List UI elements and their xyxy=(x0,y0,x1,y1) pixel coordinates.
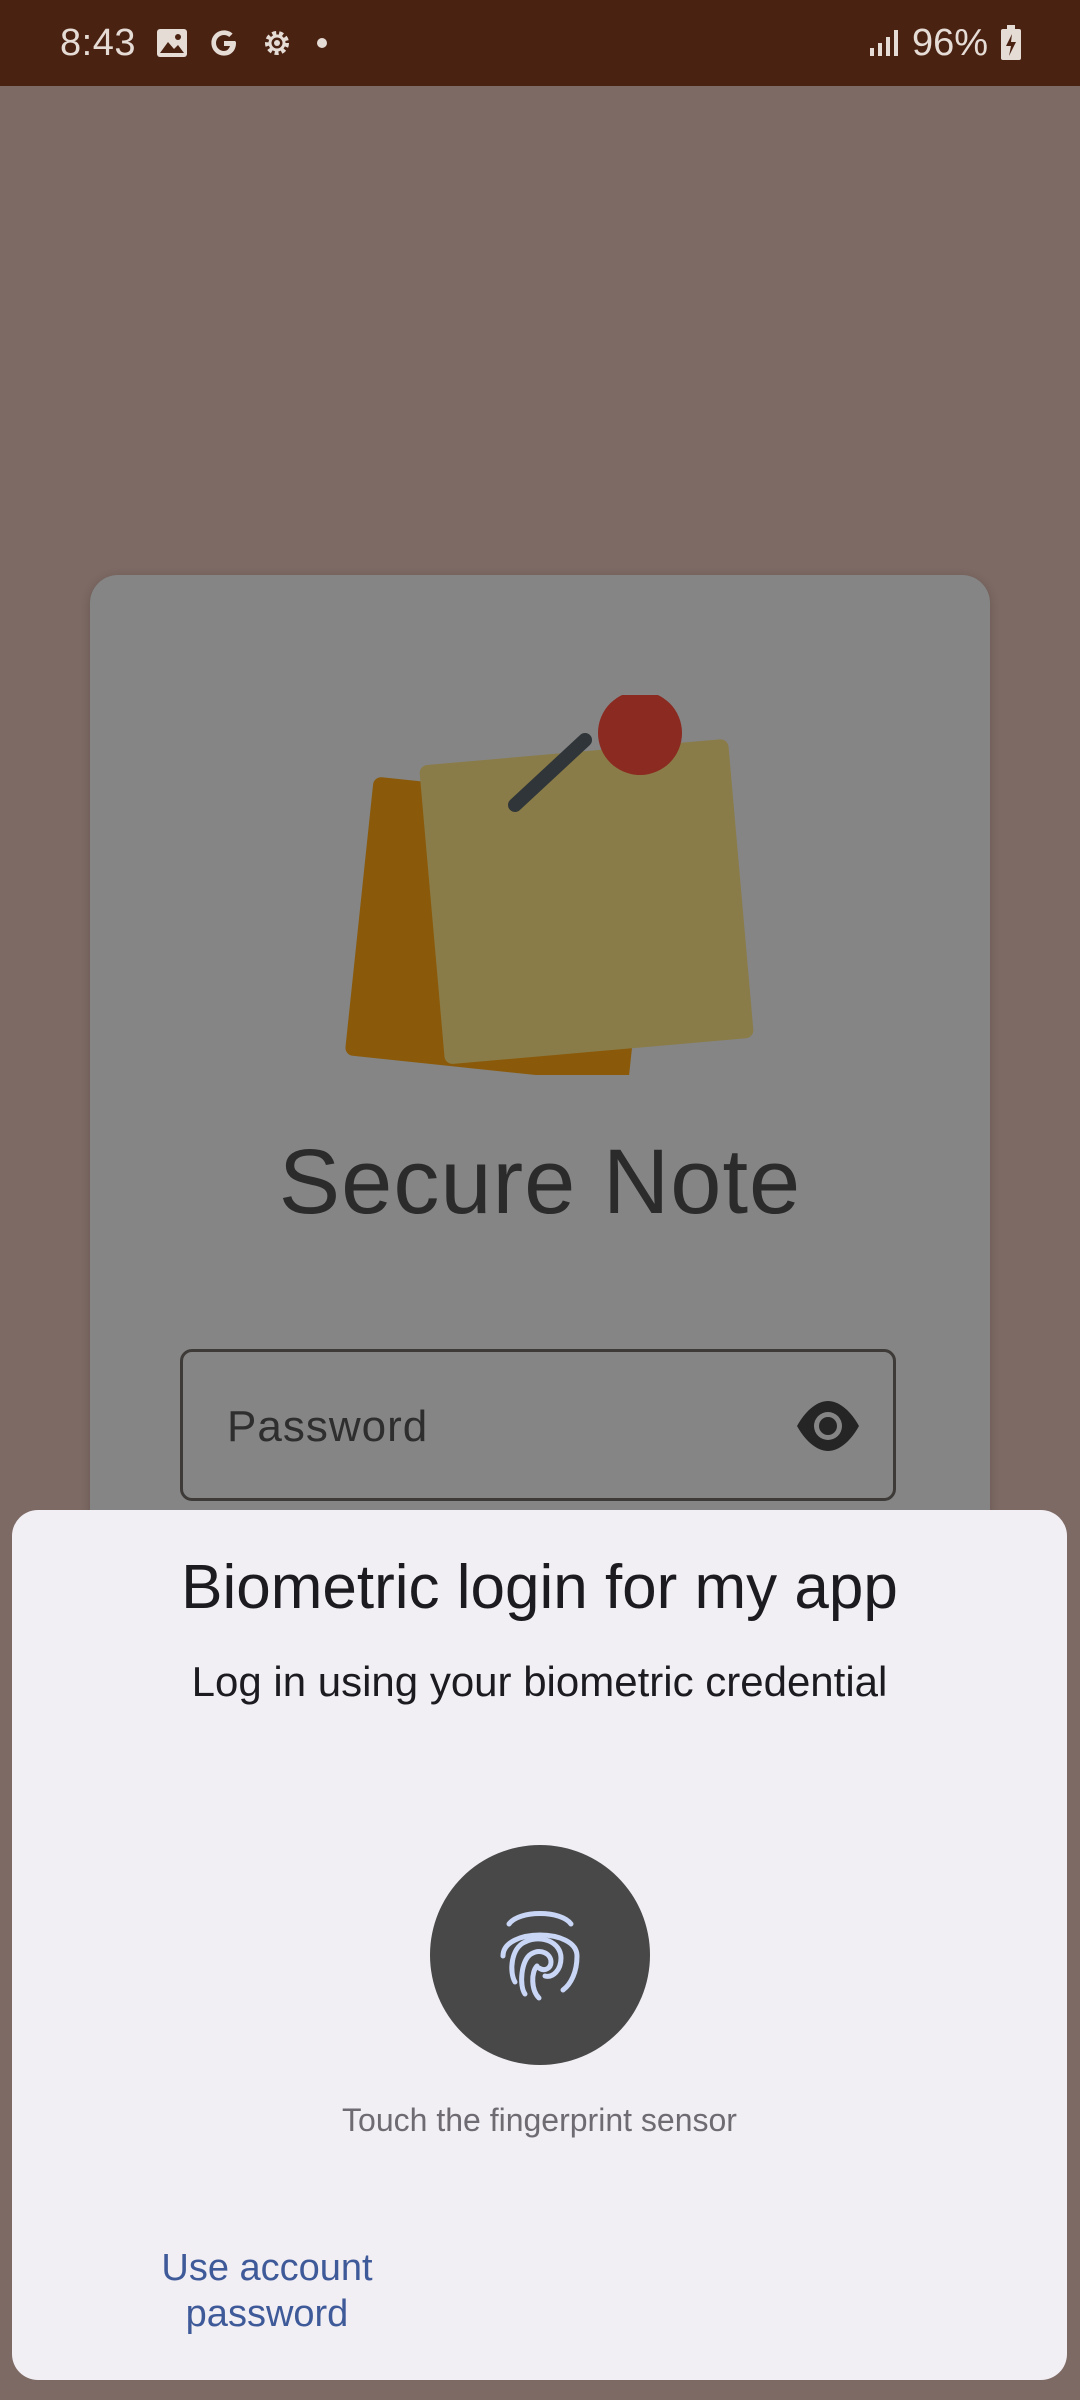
status-time: 8:43 xyxy=(60,21,136,64)
app-title: Secure Note xyxy=(278,1131,802,1233)
status-bar: 8:43 96% xyxy=(0,0,1080,86)
notification-dot-icon xyxy=(314,35,330,51)
password-field[interactable]: Password xyxy=(180,1349,896,1501)
fingerprint-sensor-button[interactable] xyxy=(430,1845,650,2065)
fingerprint-icon xyxy=(495,1898,585,2013)
pinned-notes-logo-icon xyxy=(335,691,755,1084)
signal-icon xyxy=(868,28,900,58)
battery-percent: 96% xyxy=(911,21,988,64)
use-account-password-button[interactable]: Use account password xyxy=(132,2245,402,2337)
password-placeholder: Password xyxy=(227,1402,429,1451)
battery-charging-icon xyxy=(1000,25,1022,61)
biometric-prompt-sheet: Biometric login for my app Log in using … xyxy=(12,1510,1067,2380)
biometric-prompt-title: Biometric login for my app xyxy=(181,1553,898,1622)
use-account-password-line1: Use account xyxy=(161,2247,373,2289)
fingerprint-hint: Touch the fingerprint sensor xyxy=(342,2102,737,2138)
gallery-icon xyxy=(156,28,188,58)
status-bar-left: 8:43 xyxy=(60,0,330,86)
biometric-prompt-subtitle: Log in using your biometric credential xyxy=(191,1658,888,1705)
eye-icon[interactable] xyxy=(795,1396,861,1456)
settings-icon xyxy=(260,26,294,60)
google-icon xyxy=(208,27,240,59)
use-account-password-line2: password xyxy=(185,2293,349,2335)
status-bar-right: 96% xyxy=(868,0,1022,86)
